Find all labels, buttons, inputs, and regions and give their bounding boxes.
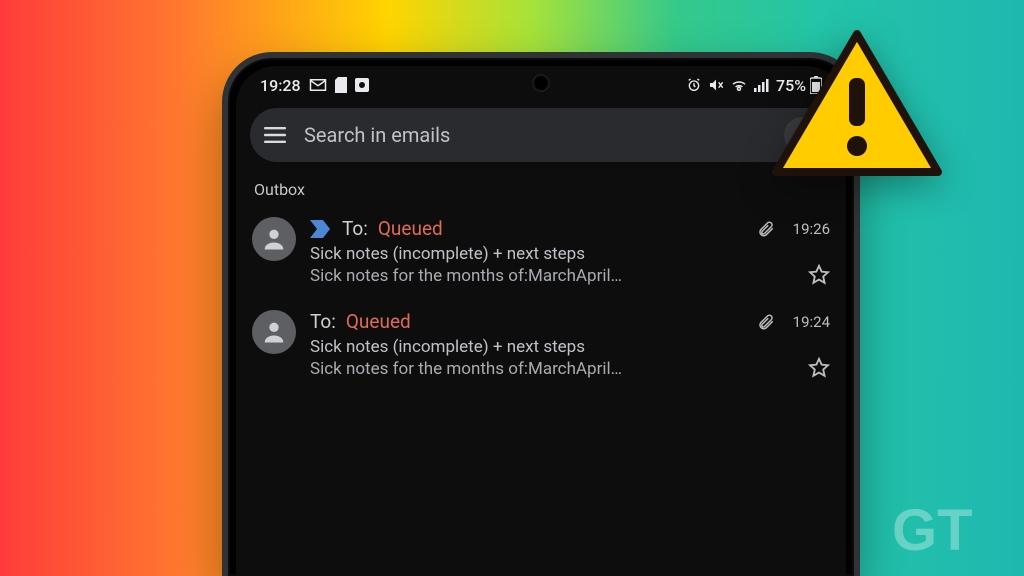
phone-frame: 19:28 xyxy=(222,52,860,576)
signal-icon xyxy=(754,78,770,92)
stage: 19:28 xyxy=(0,0,1024,576)
alarm-icon xyxy=(686,77,702,93)
search-input[interactable]: Search in emails xyxy=(304,123,768,147)
warning-triangle-icon xyxy=(770,28,944,180)
phone-side-button xyxy=(854,258,860,318)
email-subject: Sick notes (incomplete) + next steps xyxy=(310,244,830,264)
email-time: 19:26 xyxy=(793,220,830,238)
to-label: To: xyxy=(342,217,368,240)
sender-avatar xyxy=(252,217,296,261)
sd-card-icon xyxy=(335,77,347,93)
sender-avatar xyxy=(252,310,296,354)
queued-status: Queued xyxy=(346,310,411,333)
search-bar[interactable]: Search in emails xyxy=(250,108,832,162)
attachment-icon xyxy=(757,313,775,331)
wifi-icon xyxy=(730,78,748,92)
menu-icon[interactable] xyxy=(264,123,288,147)
attachment-icon xyxy=(757,220,775,238)
email-subject: Sick notes (incomplete) + next steps xyxy=(310,337,830,357)
email-row[interactable]: To: Queued 19:26 Sick notes (incomplete)… xyxy=(236,203,846,296)
front-camera xyxy=(534,76,548,90)
watermark-text: GT xyxy=(892,498,973,563)
email-preview: Sick notes for the months of:MarchApril… xyxy=(310,266,798,286)
star-icon[interactable] xyxy=(808,264,830,286)
gmail-icon xyxy=(309,78,327,92)
section-label: Outbox xyxy=(254,180,846,199)
star-icon[interactable] xyxy=(808,357,830,379)
phone-screen: 19:28 xyxy=(236,66,846,576)
phone-side-button xyxy=(854,348,860,458)
to-label: To: xyxy=(310,310,336,333)
mute-icon xyxy=(708,77,724,93)
email-row[interactable]: To: Queued 19:24 Sick notes (incomplete)… xyxy=(236,296,846,389)
watermark-logo: GT xyxy=(892,496,1012,568)
status-time: 19:28 xyxy=(260,76,301,95)
app-icon xyxy=(355,78,369,92)
important-chevron-icon xyxy=(310,220,332,238)
queued-status: Queued xyxy=(378,217,443,240)
email-time: 19:24 xyxy=(793,313,830,331)
email-preview: Sick notes for the months of:MarchApril… xyxy=(310,359,798,379)
